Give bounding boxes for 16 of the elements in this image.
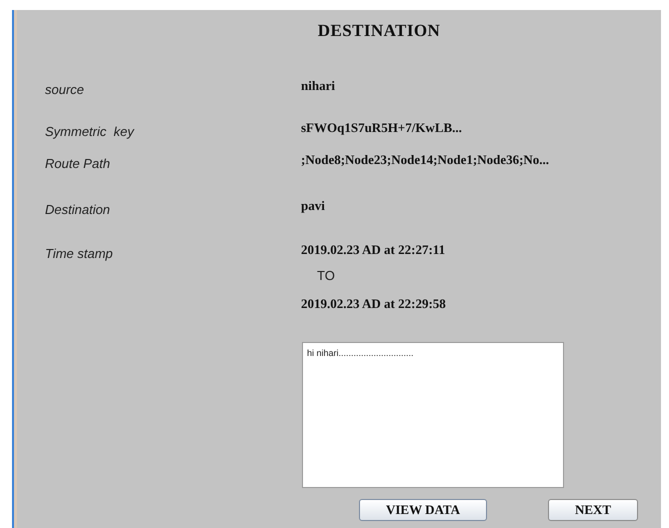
field-value: ;Node8;Node23;Node14;Node1;Node36;No... [301,150,550,168]
to-label: TO [317,268,335,282]
form-title: DESTINATION [318,20,440,42]
field-value: sFWOq1S7uR5H+7/KwLB... [301,118,462,137]
field-label: Time stamp [44,244,114,263]
view-data-button[interactable]: VIEW DATA [359,498,487,520]
field-value: 2019.02.23 AD at 22:27:11 [301,240,446,258]
field-label: source [44,80,86,98]
field-value: pavi [301,196,325,215]
field-label: Route Path [44,154,112,172]
message-textarea[interactable]: hi nihari.............................. [302,342,564,488]
field-label: Destination [44,200,112,218]
field-label: Symmetric key [44,122,136,141]
end-timestamp: 2019.02.23 AD at 22:29:58 [301,296,446,310]
next-button[interactable]: NEXT [548,498,638,520]
field-value: nihari [301,76,335,94]
